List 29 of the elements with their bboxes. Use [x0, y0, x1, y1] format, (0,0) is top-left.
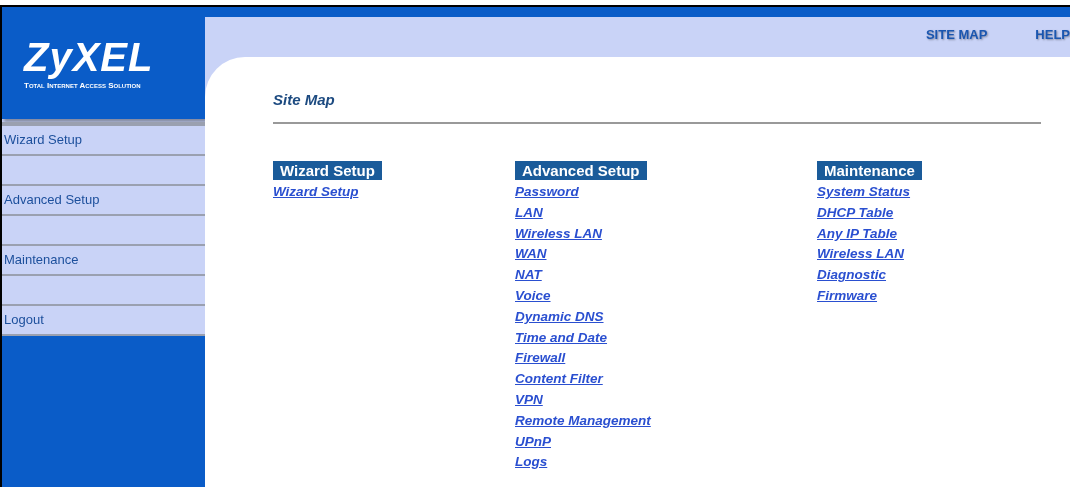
sitemap-link[interactable]: UPnP [515, 431, 551, 453]
sitemap-link[interactable]: Content Filter [515, 369, 603, 390]
sitemap-link[interactable]: Logs [515, 452, 548, 474]
sitemap-link[interactable]: Wireless LAN [515, 223, 602, 245]
sitemap-link[interactable]: Firewall [515, 348, 566, 370]
sitemap-link[interactable]: Wizard Setup [273, 182, 359, 203]
sitemap-link[interactable]: Dynamic DNS [515, 306, 604, 328]
sitemap-link[interactable]: Wireless LAN [817, 244, 904, 266]
sitemap-link[interactable]: LAN [515, 202, 543, 224]
sitemap-link[interactable]: Any IP Table [817, 223, 898, 245]
page-title: Site Map [273, 91, 336, 108]
logo-tagline: Total Internet Access Solution [24, 80, 142, 90]
logo-wordmark: ZyXEL [24, 36, 155, 77]
section-heading: Maintenance [817, 161, 922, 180]
section-heading: Wizard Setup [273, 161, 382, 180]
sitemap-link[interactable]: Diagnostic [817, 265, 886, 286]
sitemap-link[interactable]: Remote Management [515, 410, 651, 432]
sitemap-link[interactable]: WAN [515, 244, 547, 266]
sitemap-link[interactable]: System Status [817, 182, 911, 203]
sitemap-link[interactable]: VPN [515, 389, 543, 411]
sitemap-link[interactable]: Voice [515, 286, 551, 307]
top-link[interactable]: HELP [1035, 27, 1070, 42]
sitemap-link[interactable]: Time and Date [515, 327, 608, 349]
sitemap-link[interactable]: Password [515, 182, 579, 203]
sitemap-link[interactable]: Firmware [817, 286, 878, 307]
sitemap-link[interactable]: NAT [515, 265, 542, 286]
top-link[interactable]: SITE MAP [925, 27, 988, 42]
section-heading: Advanced Setup [515, 161, 647, 180]
sitemap-link[interactable]: DHCP Table [817, 202, 894, 224]
